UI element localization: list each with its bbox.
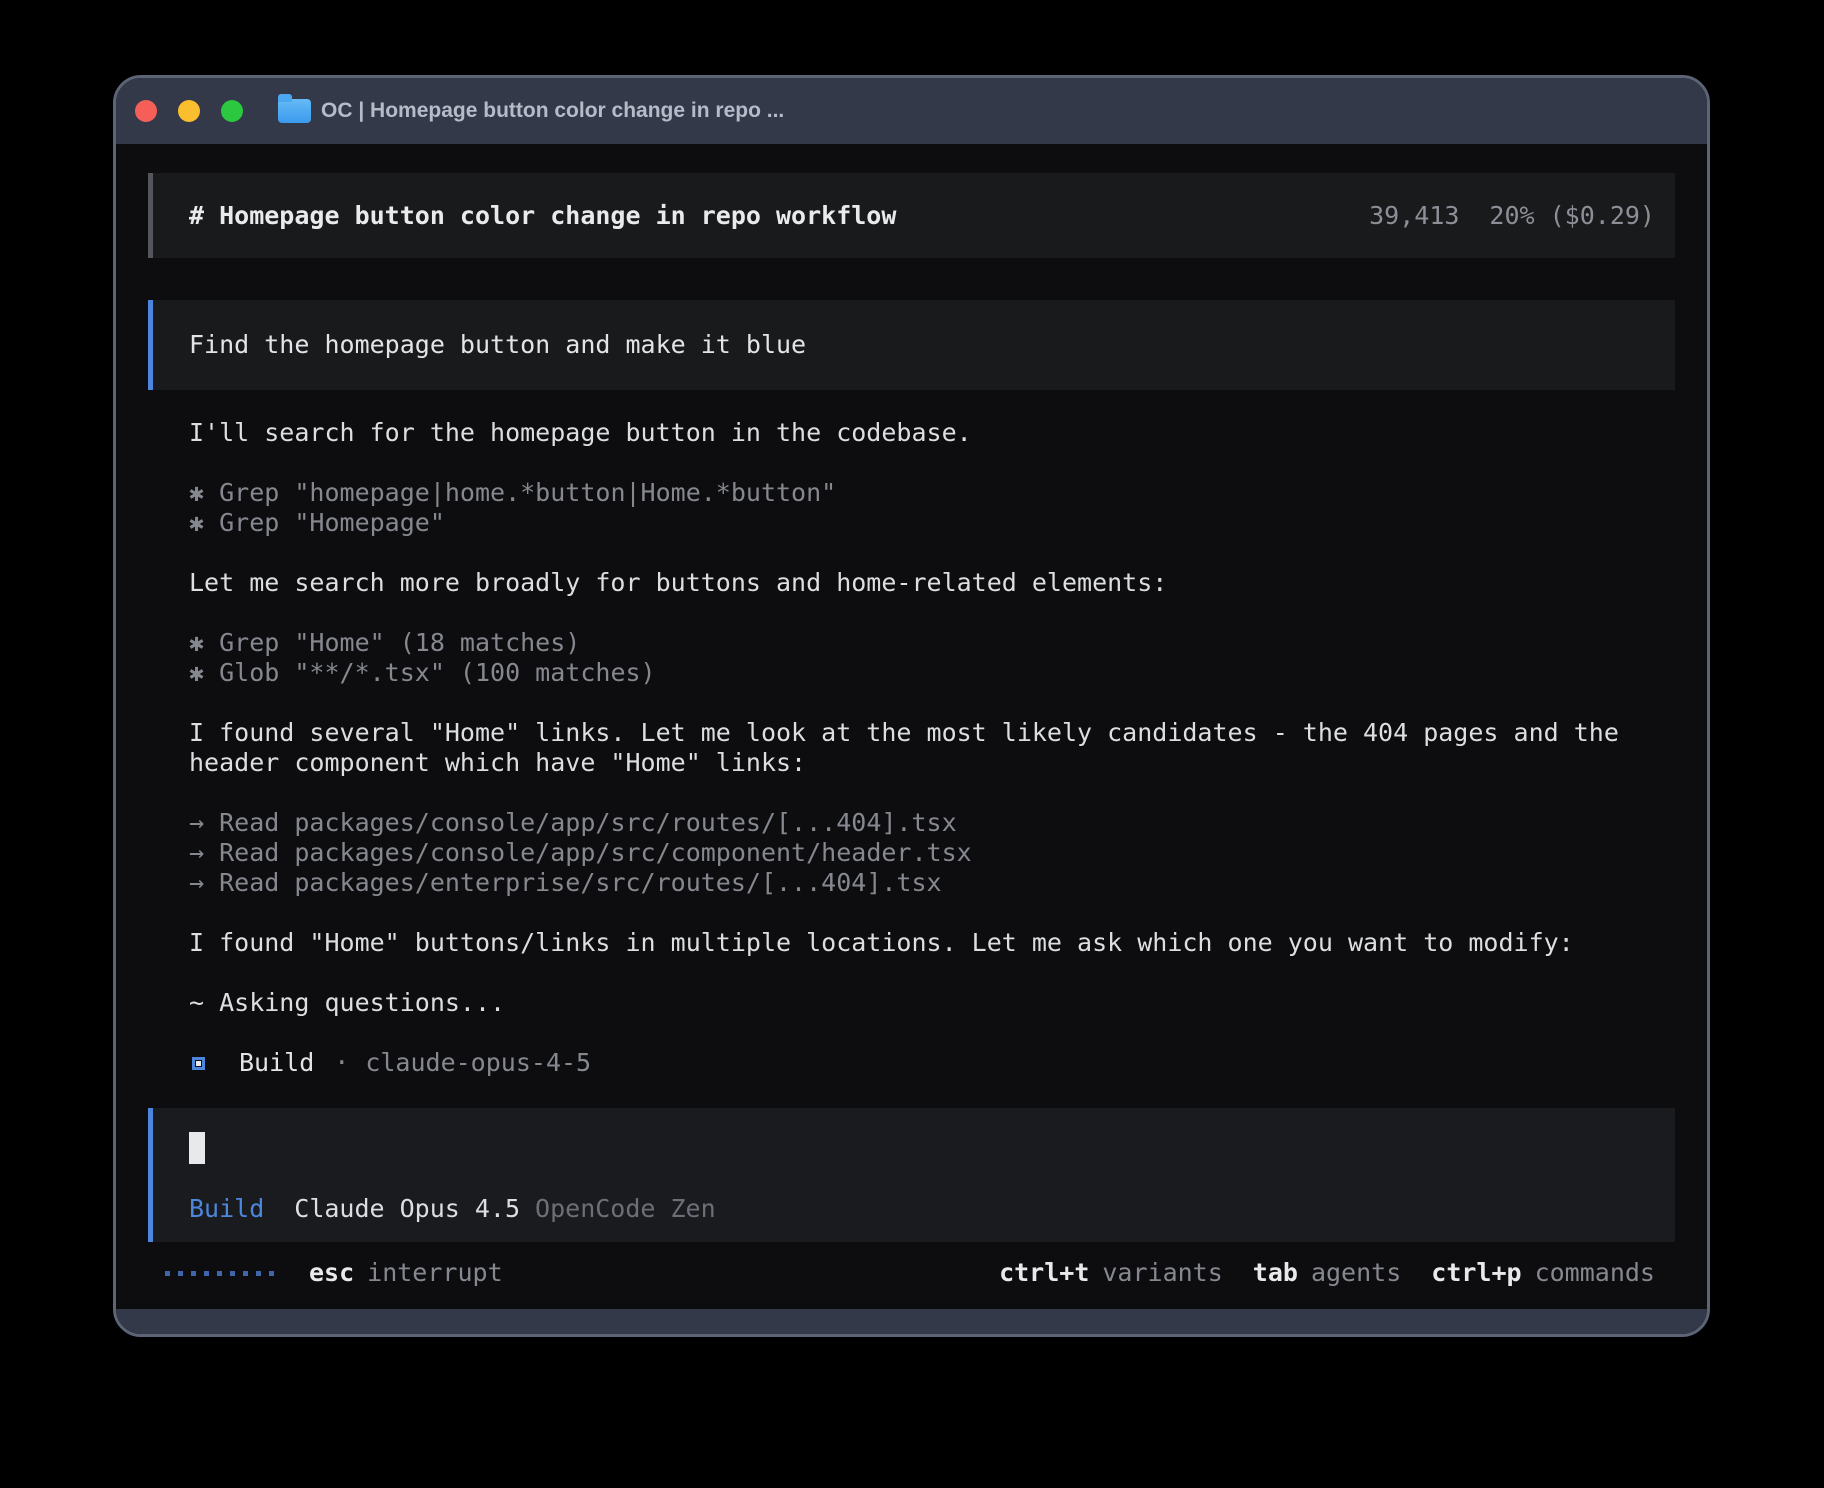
line-text: Glob "**/*.tsx" (100 matches) xyxy=(219,658,656,687)
active-agent: Build xyxy=(189,1194,264,1224)
tool-call-line: ✱ Grep "Home" (18 matches) xyxy=(189,628,1675,658)
session-title: # Homepage button color change in repo w… xyxy=(189,201,896,231)
keyboard-hint: tab agents xyxy=(1253,1258,1401,1288)
hint-key: ctrl+t xyxy=(999,1258,1089,1287)
conversation-block: Build · claude-opus-4-5 xyxy=(189,1048,1675,1078)
tool-call-line: ✱ Grep "Homepage" xyxy=(189,508,1675,538)
context-usage: 20% ($0.29) xyxy=(1489,201,1655,230)
window-bottom-edge xyxy=(116,1309,1707,1334)
tool-asterisk-icon: ✱ xyxy=(189,508,219,537)
status-left: esc interrupt xyxy=(165,1258,503,1288)
conversation-block: ✱ Grep "Home" (18 matches)✱ Glob "**/*.t… xyxy=(189,628,1675,688)
session-stats: 39,413 20% ($0.29) xyxy=(1369,201,1655,231)
line-text: I found "Home" buttons/links in multiple… xyxy=(189,928,1574,957)
tool-call-line: → Read packages/console/app/src/componen… xyxy=(189,838,1675,868)
esc-key: esc xyxy=(309,1258,354,1287)
prompt-input[interactable]: Build Claude Opus 4.5 OpenCode Zen xyxy=(148,1108,1675,1242)
line-text: Grep "homepage|home.*button|Home.*button… xyxy=(219,478,836,507)
traffic-lights xyxy=(135,100,243,122)
spinner-dot xyxy=(230,1271,235,1276)
terminal-content: # Homepage button color change in repo w… xyxy=(116,144,1707,1309)
folder-icon xyxy=(278,99,311,123)
read-arrow-icon: → xyxy=(189,838,219,867)
keyboard-hints: ctrl+t variants tab agents ctrl+p commands xyxy=(999,1258,1655,1288)
line-text: Let me search more broadly for buttons a… xyxy=(189,568,1167,597)
conversation-block: I found "Home" buttons/links in multiple… xyxy=(189,928,1675,958)
assistant-text-line: I found "Home" buttons/links in multiple… xyxy=(189,928,1675,958)
conversation-block: Let me search more broadly for buttons a… xyxy=(189,568,1675,598)
tool-asterisk-icon: ✱ xyxy=(189,478,219,507)
window-title: OC | Homepage button color change in rep… xyxy=(321,99,784,123)
spinner-dot xyxy=(256,1271,261,1276)
conversation-block: ✱ Grep "homepage|home.*button|Home.*butt… xyxy=(189,478,1675,538)
read-arrow-icon: → xyxy=(189,808,219,837)
keyboard-hint: ctrl+t variants xyxy=(999,1258,1223,1288)
conversation-block: ~ Asking questions... xyxy=(189,988,1675,1018)
line-text: I'll search for the homepage button in t… xyxy=(189,418,972,447)
line-text: Read packages/console/app/src/routes/[..… xyxy=(219,808,957,837)
assistant-text-line: I'll search for the homepage button in t… xyxy=(189,418,1675,448)
read-arrow-icon: → xyxy=(189,868,219,897)
line-text: Read packages/console/app/src/component/… xyxy=(219,838,972,867)
keyboard-hint: ctrl+p commands xyxy=(1431,1258,1655,1288)
spinner-dots xyxy=(165,1271,274,1276)
spinner-dot xyxy=(204,1271,209,1276)
spinner-dot xyxy=(191,1271,196,1276)
line-text: Grep "Home" (18 matches) xyxy=(219,628,580,657)
spinner-dot xyxy=(243,1271,248,1276)
conversation: I'll search for the homepage button in t… xyxy=(148,418,1675,1078)
status-bar: escinterrupt ctrl+tvariantstabagentsctrl… xyxy=(148,1258,1675,1288)
build-agent-icon-inner xyxy=(196,1061,201,1066)
minimize-button[interactable] xyxy=(178,100,200,122)
tool-asterisk-icon: ✱ xyxy=(189,628,219,657)
active-model: Claude Opus 4.5 xyxy=(294,1194,520,1224)
hint-label: agents xyxy=(1311,1258,1401,1287)
agent-name: Build xyxy=(239,1048,314,1078)
spinner-dot xyxy=(217,1271,222,1276)
assistant-text-line: I found several "Home" links. Let me loo… xyxy=(189,718,1675,778)
token-count: 39,413 xyxy=(1369,201,1459,230)
tool-asterisk-icon: ✱ xyxy=(189,658,219,687)
tool-call-line: → Read packages/enterprise/src/routes/[.… xyxy=(189,868,1675,898)
agent-status-row: Build · claude-opus-4-5 xyxy=(189,1048,1675,1078)
hint-key: ctrl+p xyxy=(1431,1258,1521,1287)
interrupt-hint: esc interrupt xyxy=(309,1258,503,1288)
separator-dot-icon: · xyxy=(334,1048,349,1078)
model-row: Build Claude Opus 4.5 OpenCode Zen xyxy=(189,1194,1675,1224)
hint-label: commands xyxy=(1535,1258,1655,1287)
line-text: Read packages/enterprise/src/routes/[...… xyxy=(219,868,941,897)
line-text: I found several "Home" links. Let me loo… xyxy=(189,718,1619,777)
text-cursor xyxy=(189,1132,205,1164)
zoom-button[interactable] xyxy=(221,100,243,122)
interrupt-label: interrupt xyxy=(367,1258,502,1287)
assistant-text-line: Let me search more broadly for buttons a… xyxy=(189,568,1675,598)
line-text: Grep "Homepage" xyxy=(219,508,445,537)
session-header: # Homepage button color change in repo w… xyxy=(148,173,1675,258)
hint-label: variants xyxy=(1102,1258,1222,1287)
model-provider: OpenCode Zen xyxy=(535,1194,716,1224)
spinner-dot xyxy=(165,1271,170,1276)
tool-call-line: ✱ Glob "**/*.tsx" (100 matches) xyxy=(189,658,1675,688)
tool-call-line: → Read packages/console/app/src/routes/[… xyxy=(189,808,1675,838)
close-button[interactable] xyxy=(135,100,157,122)
spinner-dot xyxy=(269,1271,274,1276)
user-message: Find the homepage button and make it blu… xyxy=(148,300,1675,390)
spinner-dot xyxy=(178,1271,183,1276)
agent-model-name: claude-opus-4-5 xyxy=(365,1048,591,1078)
conversation-block: I found several "Home" links. Let me loo… xyxy=(189,718,1675,778)
line-text: ~ Asking questions... xyxy=(189,988,505,1017)
terminal-window: OC | Homepage button color change in rep… xyxy=(113,75,1710,1337)
conversation-block: I'll search for the homepage button in t… xyxy=(189,418,1675,448)
build-agent-icon xyxy=(192,1057,205,1070)
conversation-block: → Read packages/console/app/src/routes/[… xyxy=(189,808,1675,898)
tool-call-line: ✱ Grep "homepage|home.*button|Home.*butt… xyxy=(189,478,1675,508)
assistant-text-line: ~ Asking questions... xyxy=(189,988,1675,1018)
user-message-text: Find the homepage button and make it blu… xyxy=(189,330,806,360)
titlebar: OC | Homepage button color change in rep… xyxy=(116,78,1707,144)
hint-key: tab xyxy=(1253,1258,1298,1287)
